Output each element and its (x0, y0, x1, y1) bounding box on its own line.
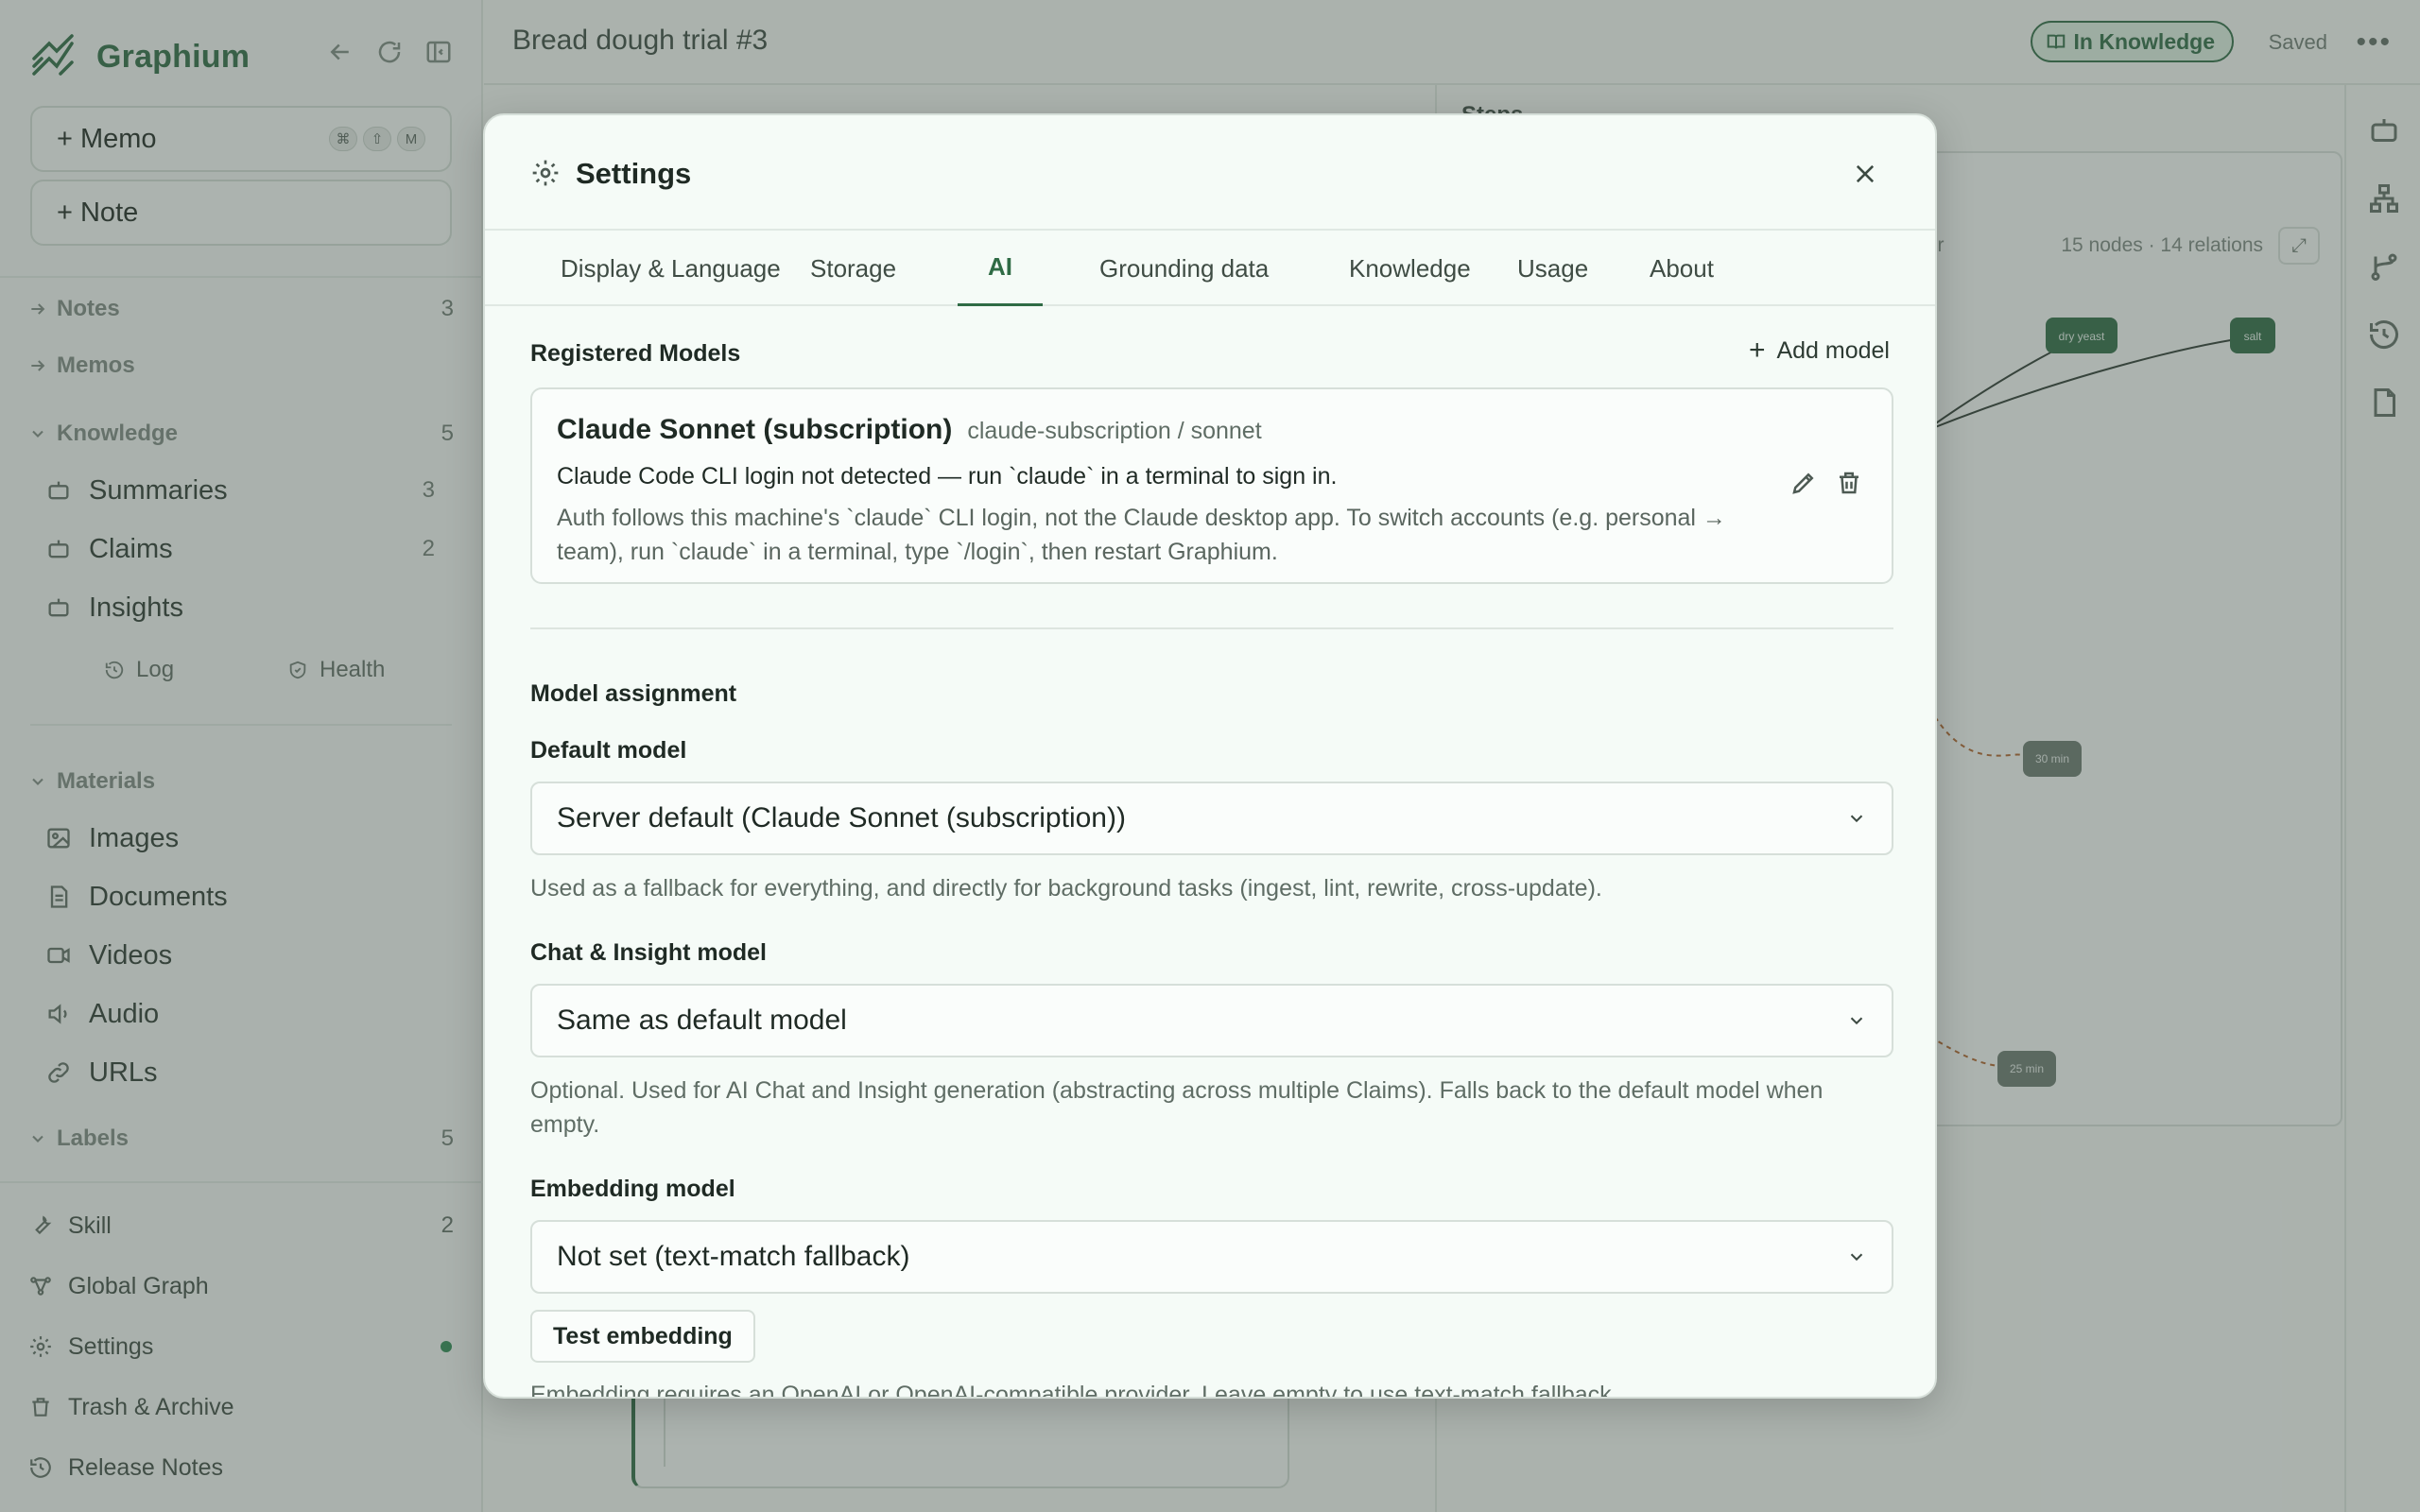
gear-icon (532, 160, 559, 186)
tab-ai[interactable]: AI (958, 231, 1043, 306)
model-id: claude-subscription / sonnet (967, 418, 1262, 444)
model-auth-note: Auth follows this machine's `claude` CLI… (557, 505, 1726, 565)
default-model-help: Used as a fallback for everything, and d… (530, 875, 1602, 902)
edit-pencil-icon[interactable] (1789, 469, 1818, 497)
model-card: Claude Sonnet (subscription) claude-subsc… (530, 387, 1893, 584)
default-model-label: Default model (530, 737, 687, 764)
embedding-model-label: Embedding model (530, 1176, 735, 1202)
tab-about[interactable]: About (1619, 231, 1744, 306)
settings-tabs: Display & Language Storage AI Grounding … (485, 231, 1935, 306)
select-value: Not set (text-match fallback) (557, 1241, 910, 1272)
divider (530, 627, 1893, 629)
chat-model-label: Chat & Insight model (530, 939, 767, 966)
tab-usage[interactable]: Usage (1487, 231, 1618, 306)
model-name: Claude Sonnet (subscription) (557, 414, 953, 445)
registered-models-heading: Registered Models (530, 340, 741, 367)
default-model-select[interactable]: Server default (Claude Sonnet (subscript… (530, 782, 1893, 855)
plus-icon: + (1748, 335, 1766, 366)
model-assignment-heading: Model assignment (530, 680, 737, 707)
dialog-title: Settings (576, 157, 692, 190)
model-warning: Claude Code CLI login not detected — run… (557, 463, 1338, 490)
chevron-down-icon (1850, 1253, 1863, 1262)
select-value: Same as default model (557, 1005, 847, 1036)
close-icon[interactable] (1852, 161, 1878, 187)
chevron-down-icon (1850, 815, 1863, 823)
tab-display-language[interactable]: Display & Language (530, 231, 811, 306)
dialog-header: Settings (485, 115, 1935, 231)
select-value: Server default (Claude Sonnet (subscript… (557, 802, 1126, 833)
embedding-model-help: Embedding requires an OpenAI or OpenAI-c… (530, 1382, 1618, 1399)
tab-knowledge[interactable]: Knowledge (1319, 231, 1501, 306)
tab-grounding-data[interactable]: Grounding data (1069, 231, 1299, 306)
trash-icon[interactable] (1835, 469, 1863, 497)
chat-model-select[interactable]: Same as default model (530, 984, 1893, 1057)
embedding-model-select[interactable]: Not set (text-match fallback) (530, 1220, 1893, 1294)
tab-storage[interactable]: Storage (780, 231, 926, 306)
add-model-label: Add model (1776, 336, 1890, 364)
chevron-down-icon (1850, 1017, 1863, 1025)
chat-model-help: Optional. Used for AI Chat and Insight g… (530, 1077, 1824, 1138)
model-name-line: Claude Sonnet (subscription) claude-subsc… (557, 414, 1262, 446)
test-embedding-button[interactable]: Test embedding (530, 1310, 755, 1363)
settings-dialog: Settings Display & Language Storage AI G… (483, 113, 1937, 1399)
add-model-button[interactable]: + Add model (1749, 335, 1890, 367)
